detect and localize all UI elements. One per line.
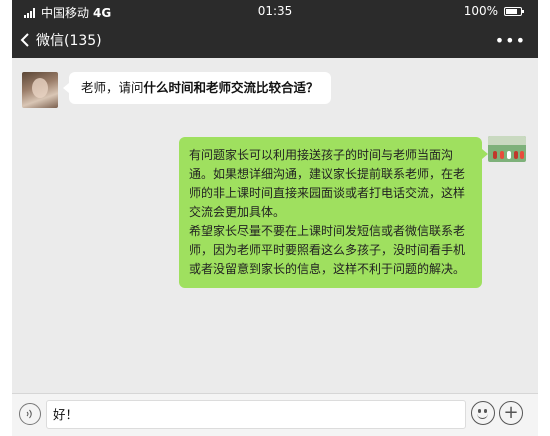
more-options-button[interactable]: ••• [495,28,526,52]
input-bar: 好！ + [12,393,538,436]
received-message-bold: 什么时间和老师交流比较合适？ [143,80,319,95]
chat-area[interactable]: 老师，请问什么时间和老师交流比较合适？ 有问题家长可以利用接送孩子的时间与老师当… [12,58,538,393]
voice-icon [26,409,32,419]
received-message[interactable]: 老师，请问什么时间和老师交流比较合适？ [63,72,331,104]
battery-icon [504,6,524,16]
back-button[interactable]: 微信(135) [20,28,102,52]
plus-button[interactable]: + [499,401,523,425]
voice-input-button[interactable] [19,403,41,425]
emoji-button[interactable] [471,401,495,425]
sent-message[interactable]: 有问题家长可以利用接送孩子的时间与老师当面沟通。如果想详细沟通，建议家长提前联系… [179,137,488,288]
status-right: 100% [463,4,524,18]
wechat-screen: 中国移动 4G 01:35 100% 微信(135) ••• 老师，请问什么时间… [12,0,538,436]
teacher-avatar[interactable] [488,136,526,162]
status-bar: 中国移动 4G 01:35 100% [12,0,538,22]
chat-header: 微信(135) ••• [12,22,538,58]
sent-message-paragraph-2: 希望家长尽量不要在上课时间发短信或者微信联系老师，因为老师平时要照看这么多孩子，… [189,224,466,276]
back-label: 微信(135) [36,33,102,49]
battery-percent: 100% [463,4,498,18]
plus-icon: + [503,402,519,423]
parent-avatar[interactable] [22,72,58,108]
sent-message-paragraph-1: 有问题家长可以利用接送孩子的时间与老师当面沟通。如果想详细沟通，建议家长提前联系… [189,148,466,219]
status-time: 01:35 [257,4,293,18]
chevron-left-icon [20,33,29,47]
message-input[interactable]: 好！ [46,400,466,429]
more-dots-icon: ••• [494,30,526,50]
received-message-prefix: 老师，请问 [81,80,144,95]
